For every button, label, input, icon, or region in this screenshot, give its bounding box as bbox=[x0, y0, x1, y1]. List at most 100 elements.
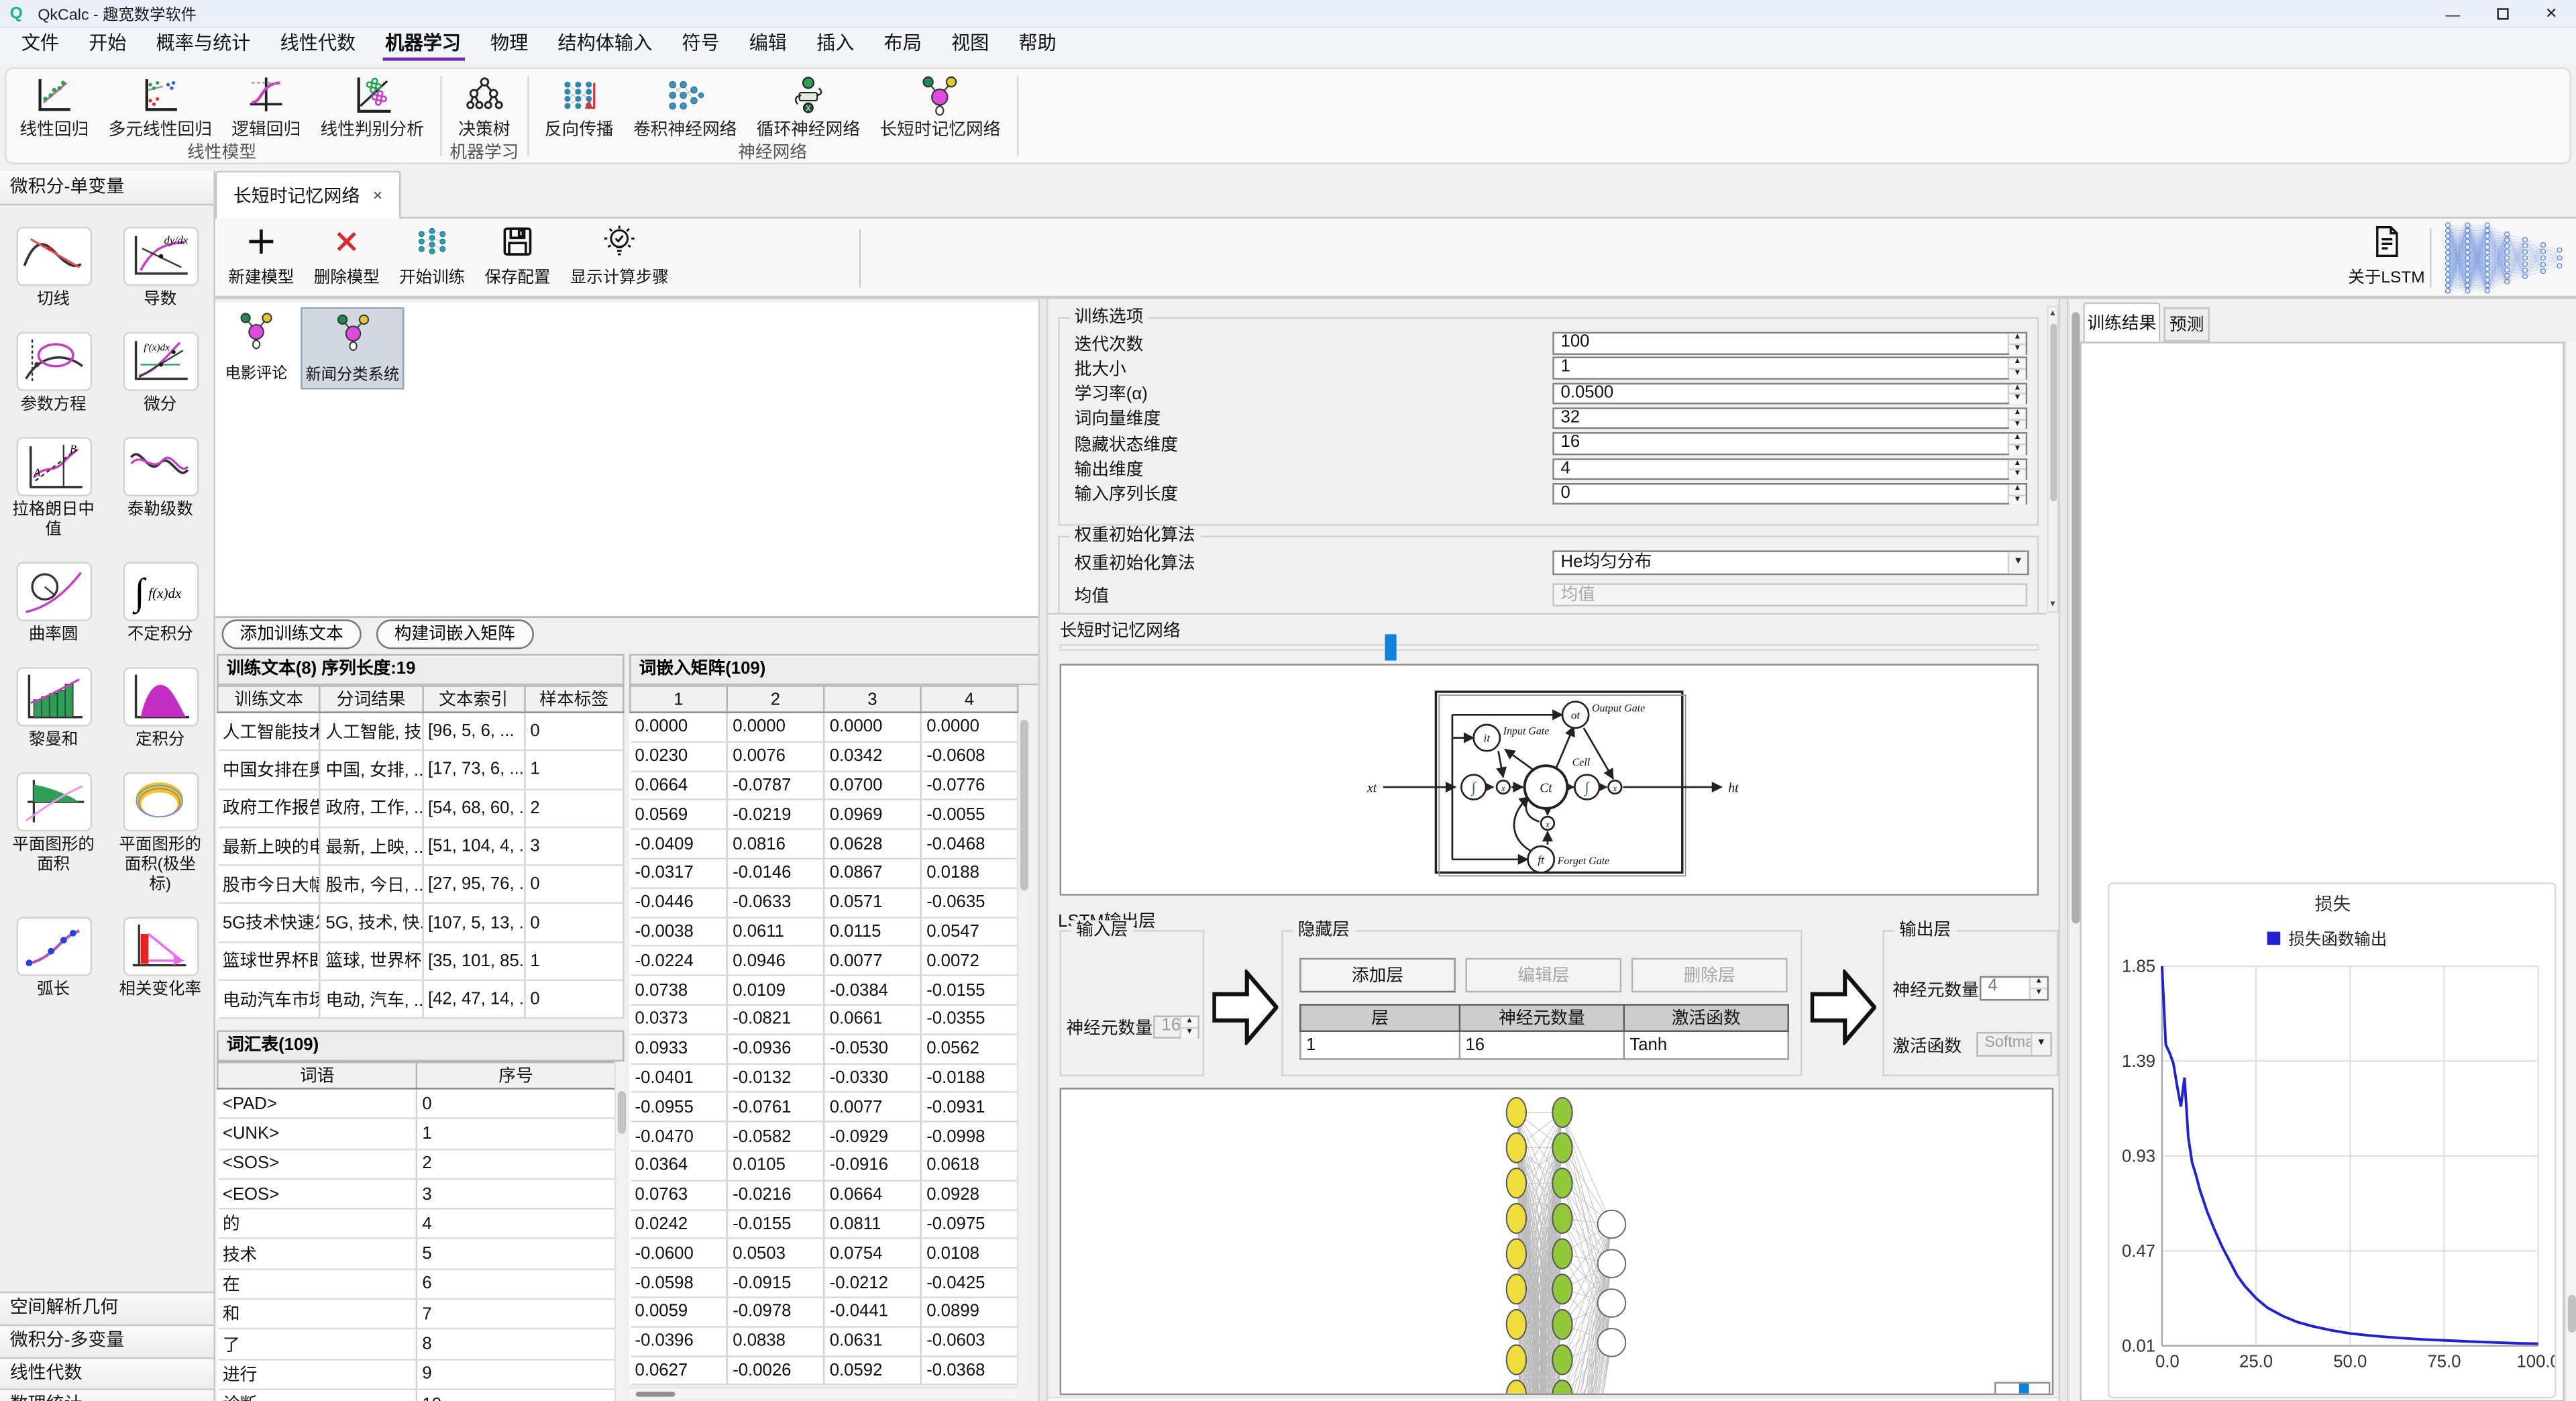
sidebar-item-definite-integral[interactable]: 定积分 bbox=[107, 667, 213, 751]
cell[interactable]: [96, 5, 6, ... bbox=[422, 713, 524, 751]
column-header-vocab_table-0[interactable]: 词语 bbox=[217, 1062, 416, 1088]
menu-item-6[interactable]: 结构体输入 bbox=[543, 28, 667, 62]
results-right-scrollbar[interactable] bbox=[2565, 342, 2576, 1401]
stepper-arrows-icon[interactable]: ▲▼ bbox=[2008, 484, 2026, 503]
cell[interactable]: -0.0441 bbox=[824, 1297, 920, 1327]
menu-item-10[interactable]: 布局 bbox=[869, 28, 936, 62]
cell[interactable]: 0.0109 bbox=[727, 976, 824, 1005]
cell[interactable]: 0.0373 bbox=[630, 1004, 727, 1034]
table-row[interactable]: 116Tanh bbox=[1300, 1031, 1788, 1059]
table-row[interactable]: -0.0955-0.07610.0077-0.0931 bbox=[630, 1092, 1018, 1122]
scroll-down-icon[interactable]: ▼ bbox=[2049, 598, 2057, 611]
menu-item-4[interactable]: 机器学习 bbox=[370, 28, 476, 62]
cell[interactable]: 0.0664 bbox=[630, 771, 727, 800]
build-embedding-matrix-button[interactable]: 构建词嵌入矩阵 bbox=[376, 619, 533, 649]
sidebar-section-0[interactable]: 空间解析几何 bbox=[0, 1292, 215, 1325]
tab-close-icon[interactable]: × bbox=[373, 187, 382, 205]
cell[interactable]: -0.0317 bbox=[630, 859, 727, 888]
ribbon-item-backprop[interactable]: 反向传播 bbox=[535, 74, 623, 141]
cell[interactable]: -0.0212 bbox=[824, 1268, 920, 1298]
table-row[interactable]: -0.0401-0.0132-0.0330-0.0188 bbox=[630, 1063, 1018, 1093]
cell[interactable]: -0.0446 bbox=[630, 888, 727, 917]
menu-item-7[interactable]: 符号 bbox=[667, 28, 734, 62]
option-stepper-0[interactable]: 100▲▼ bbox=[1552, 332, 2027, 354]
cell[interactable]: 0.0569 bbox=[630, 800, 727, 829]
sidebar-item-polar-area[interactable]: 平面图形的面积(极坐标) bbox=[107, 772, 213, 896]
table-row[interactable]: -0.03960.08380.0631-0.0603 bbox=[630, 1327, 1018, 1356]
hidden-table-column-1[interactable]: 神经元数量 bbox=[1460, 1005, 1624, 1031]
cell[interactable]: 中国女排在奥... bbox=[217, 751, 319, 789]
ribbon-item-lda[interactable]: 线性判别分析 bbox=[311, 74, 434, 141]
model-item-0[interactable]: 电影评论 bbox=[222, 307, 291, 386]
ribbon-item-linear-regression[interactable]: 线性回归 bbox=[10, 74, 99, 141]
cell[interactable]: 0.0928 bbox=[921, 1180, 1018, 1210]
stepper-arrows-icon[interactable]: ▲▼ bbox=[2008, 333, 2026, 352]
cell[interactable]: 5 bbox=[417, 1239, 615, 1269]
table-row[interactable]: 在6 bbox=[217, 1269, 615, 1299]
cell[interactable]: 0.0700 bbox=[824, 771, 920, 800]
cell[interactable]: 0.0000 bbox=[630, 713, 727, 742]
cell[interactable]: [27, 95, 76, ... bbox=[422, 866, 524, 904]
table-row[interactable]: -0.06000.05030.07540.0108 bbox=[630, 1239, 1018, 1268]
cell[interactable]: 0.0627 bbox=[630, 1355, 727, 1385]
cell[interactable]: 的 bbox=[217, 1209, 416, 1239]
add-training-text-button[interactable]: 添加训练文本 bbox=[222, 619, 362, 649]
minimize-icon[interactable]: — bbox=[2428, 0, 2477, 28]
cell[interactable]: -0.0401 bbox=[630, 1063, 727, 1093]
sidebar-item-related-rates[interactable]: 相关变化率 bbox=[107, 917, 213, 1001]
table-row[interactable]: -0.0470-0.0582-0.0929-0.0998 bbox=[630, 1122, 1018, 1151]
cell[interactable]: -0.0425 bbox=[921, 1268, 1018, 1298]
table-row[interactable]: 政府工作报告...政府, 工作, ...[54, 68, 60, ...2 bbox=[217, 789, 623, 827]
cell[interactable]: 0.0105 bbox=[727, 1151, 824, 1180]
column-header-vocab_table-1[interactable]: 序号 bbox=[417, 1062, 615, 1088]
cell[interactable]: -0.0598 bbox=[630, 1268, 727, 1298]
sidebar-item-tangent[interactable]: 切线 bbox=[0, 227, 107, 311]
table-row[interactable]: 0.07380.0109-0.0384-0.0155 bbox=[630, 976, 1018, 1005]
ribbon-item-multi-linear-regression[interactable]: 多元线性回归 bbox=[99, 74, 222, 141]
cell[interactable]: 了 bbox=[217, 1329, 416, 1359]
cell[interactable]: [54, 68, 60, ... bbox=[422, 789, 524, 827]
toolbar-new-model-button[interactable]: 新建模型 bbox=[228, 223, 294, 288]
cell[interactable]: 人工智能技术... bbox=[217, 713, 319, 751]
cell[interactable]: -0.0216 bbox=[727, 1180, 824, 1210]
cell[interactable]: <SOS> bbox=[217, 1149, 416, 1179]
cell[interactable]: -0.0155 bbox=[727, 1210, 824, 1239]
cell[interactable]: -0.0998 bbox=[921, 1122, 1018, 1151]
weight-init-algo-select[interactable]: He均匀分布 ▼ bbox=[1552, 550, 2029, 575]
table-row[interactable]: 人工智能技术...人工智能, 技...[96, 5, 6, ...0 bbox=[217, 713, 623, 751]
hidden-table-column-2[interactable]: 激活函数 bbox=[1624, 1005, 1788, 1031]
cell[interactable]: [107, 5, 13, ... bbox=[422, 904, 524, 942]
cell[interactable]: 9 bbox=[417, 1359, 615, 1390]
results-left-scrollbar[interactable] bbox=[2068, 303, 2080, 1401]
cell[interactable]: -0.0978 bbox=[727, 1297, 824, 1327]
cell[interactable]: 0.0000 bbox=[921, 713, 1018, 742]
cell[interactable]: 1 bbox=[1300, 1031, 1460, 1059]
column-header-embedding_table-0[interactable]: 1 bbox=[630, 686, 727, 712]
cell[interactable]: -0.0776 bbox=[921, 771, 1018, 800]
cell[interactable]: -0.0219 bbox=[727, 800, 824, 829]
cell[interactable]: 2 bbox=[525, 789, 624, 827]
splitter-left[interactable] bbox=[1038, 299, 1049, 1401]
cell[interactable]: -0.0975 bbox=[921, 1210, 1018, 1239]
ribbon-item-rnn[interactable]: X循环神经网络 bbox=[747, 74, 870, 141]
table-row[interactable]: 技术5 bbox=[217, 1239, 615, 1269]
table-row[interactable]: <SOS>2 bbox=[217, 1149, 615, 1179]
cell[interactable]: -0.0787 bbox=[727, 771, 824, 800]
cell[interactable]: 16 bbox=[1460, 1031, 1624, 1059]
cell[interactable]: 政府工作报告... bbox=[217, 789, 319, 827]
option-stepper-1[interactable]: 1▲▼ bbox=[1552, 357, 2027, 379]
tab-prediction[interactable]: 预测 bbox=[2163, 307, 2210, 342]
cell[interactable]: -0.0633 bbox=[727, 888, 824, 917]
table-row[interactable]: 0.00000.00000.00000.0000 bbox=[630, 713, 1018, 742]
cell[interactable]: -0.0026 bbox=[727, 1355, 824, 1385]
column-header-train_table-1[interactable]: 分词结果 bbox=[320, 686, 422, 712]
table-row[interactable]: -0.02240.09460.00770.0072 bbox=[630, 946, 1018, 976]
table-row[interactable]: 0.0763-0.02160.06640.0928 bbox=[630, 1180, 1018, 1210]
cell[interactable]: 政府, 工作, ... bbox=[320, 789, 422, 827]
cell[interactable]: 0.0230 bbox=[630, 741, 727, 771]
column-header-embedding_table-3[interactable]: 4 bbox=[921, 686, 1018, 712]
stepper-arrows-icon[interactable]: ▲▼ bbox=[2008, 359, 2026, 378]
option-stepper-2[interactable]: 0.0500▲▼ bbox=[1552, 382, 2027, 405]
cell[interactable]: -0.0929 bbox=[824, 1122, 920, 1151]
option-stepper-4[interactable]: 16▲▼ bbox=[1552, 433, 2027, 455]
